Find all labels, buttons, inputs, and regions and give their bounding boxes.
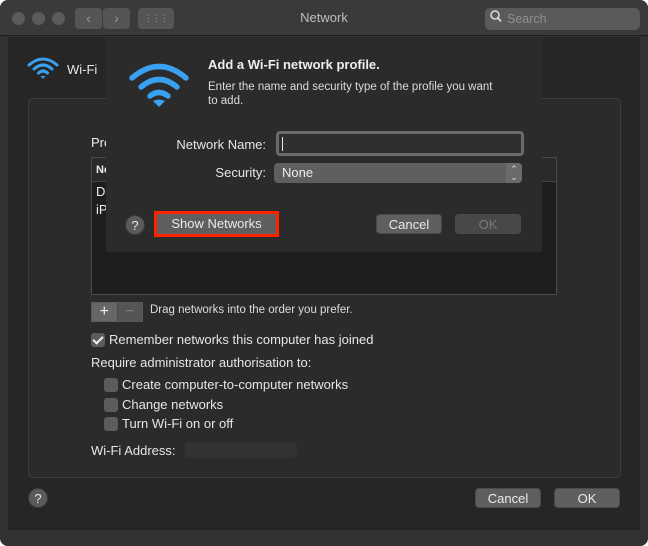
up-down-chevron-icon: ⌃ ⌄ (506, 163, 522, 183)
cancel-button[interactable]: Cancel (475, 488, 541, 508)
text-caret (282, 137, 283, 151)
network-preferences-window: ‹ › ⋮⋮⋮ Network Search Wi-Fi Pre Ne Di i… (0, 0, 648, 546)
wifi-icon (27, 56, 59, 83)
add-wifi-profile-sheet: Add a Wi-Fi network profile. Enter the n… (106, 37, 542, 252)
search-field[interactable]: Search (485, 8, 640, 30)
help-button[interactable]: ? (28, 488, 48, 508)
add-network-button[interactable]: + (92, 303, 118, 321)
interface-name: Wi-Fi (67, 62, 98, 77)
security-select[interactable]: None ⌃ ⌄ (274, 163, 522, 183)
sheet-description: Enter the name and security type of the … (208, 81, 493, 107)
search-icon (490, 8, 502, 30)
search-placeholder: Search (507, 12, 547, 26)
admin-create-networks-checkbox[interactable]: Create computer-to-computer networks (104, 377, 348, 392)
checkbox-unchecked[interactable] (104, 377, 118, 392)
checkbox-label: Remember networks this computer has join… (109, 332, 374, 347)
title-bar: ‹ › ⋮⋮⋮ Network Search (0, 0, 648, 36)
wifi-address-value-redacted (185, 442, 297, 458)
remove-network-button[interactable]: − (117, 303, 142, 321)
checkbox-label: Change networks (122, 397, 224, 412)
ok-button[interactable]: OK (554, 488, 620, 508)
admin-change-networks-checkbox[interactable]: Change networks (104, 397, 223, 412)
sheet-help-button[interactable]: ? (125, 215, 145, 235)
show-networks-button[interactable]: Show Networks (157, 214, 276, 234)
require-admin-label: Require administrator authorisation to: (91, 355, 312, 370)
admin-toggle-wifi-checkbox[interactable]: Turn Wi-Fi on or off (104, 416, 233, 431)
checkbox-unchecked[interactable] (104, 416, 118, 431)
network-name-input[interactable] (276, 131, 524, 156)
window-bottom-edge (0, 530, 648, 546)
checkbox-label: Create computer-to-computer networks (122, 377, 349, 392)
wifi-icon (128, 61, 190, 114)
add-remove-control: + − (91, 302, 143, 322)
remember-networks-checkbox[interactable]: Remember networks this computer has join… (91, 332, 373, 347)
checkbox-checked[interactable] (91, 332, 105, 347)
sheet-ok-button[interactable]: OK (455, 214, 521, 234)
drag-hint-text: Drag networks into the order you prefer. (150, 304, 353, 316)
network-name-label: Network Name: (176, 137, 266, 152)
checkbox-label: Turn Wi-Fi on or off (122, 416, 234, 431)
sheet-title: Add a Wi-Fi network profile. (208, 57, 380, 72)
sheet-cancel-button[interactable]: Cancel (376, 214, 442, 234)
security-label: Security: (215, 165, 266, 180)
checkbox-unchecked[interactable] (104, 397, 118, 412)
security-value: None (282, 165, 314, 180)
wifi-address-label: Wi-Fi Address: (91, 443, 176, 458)
